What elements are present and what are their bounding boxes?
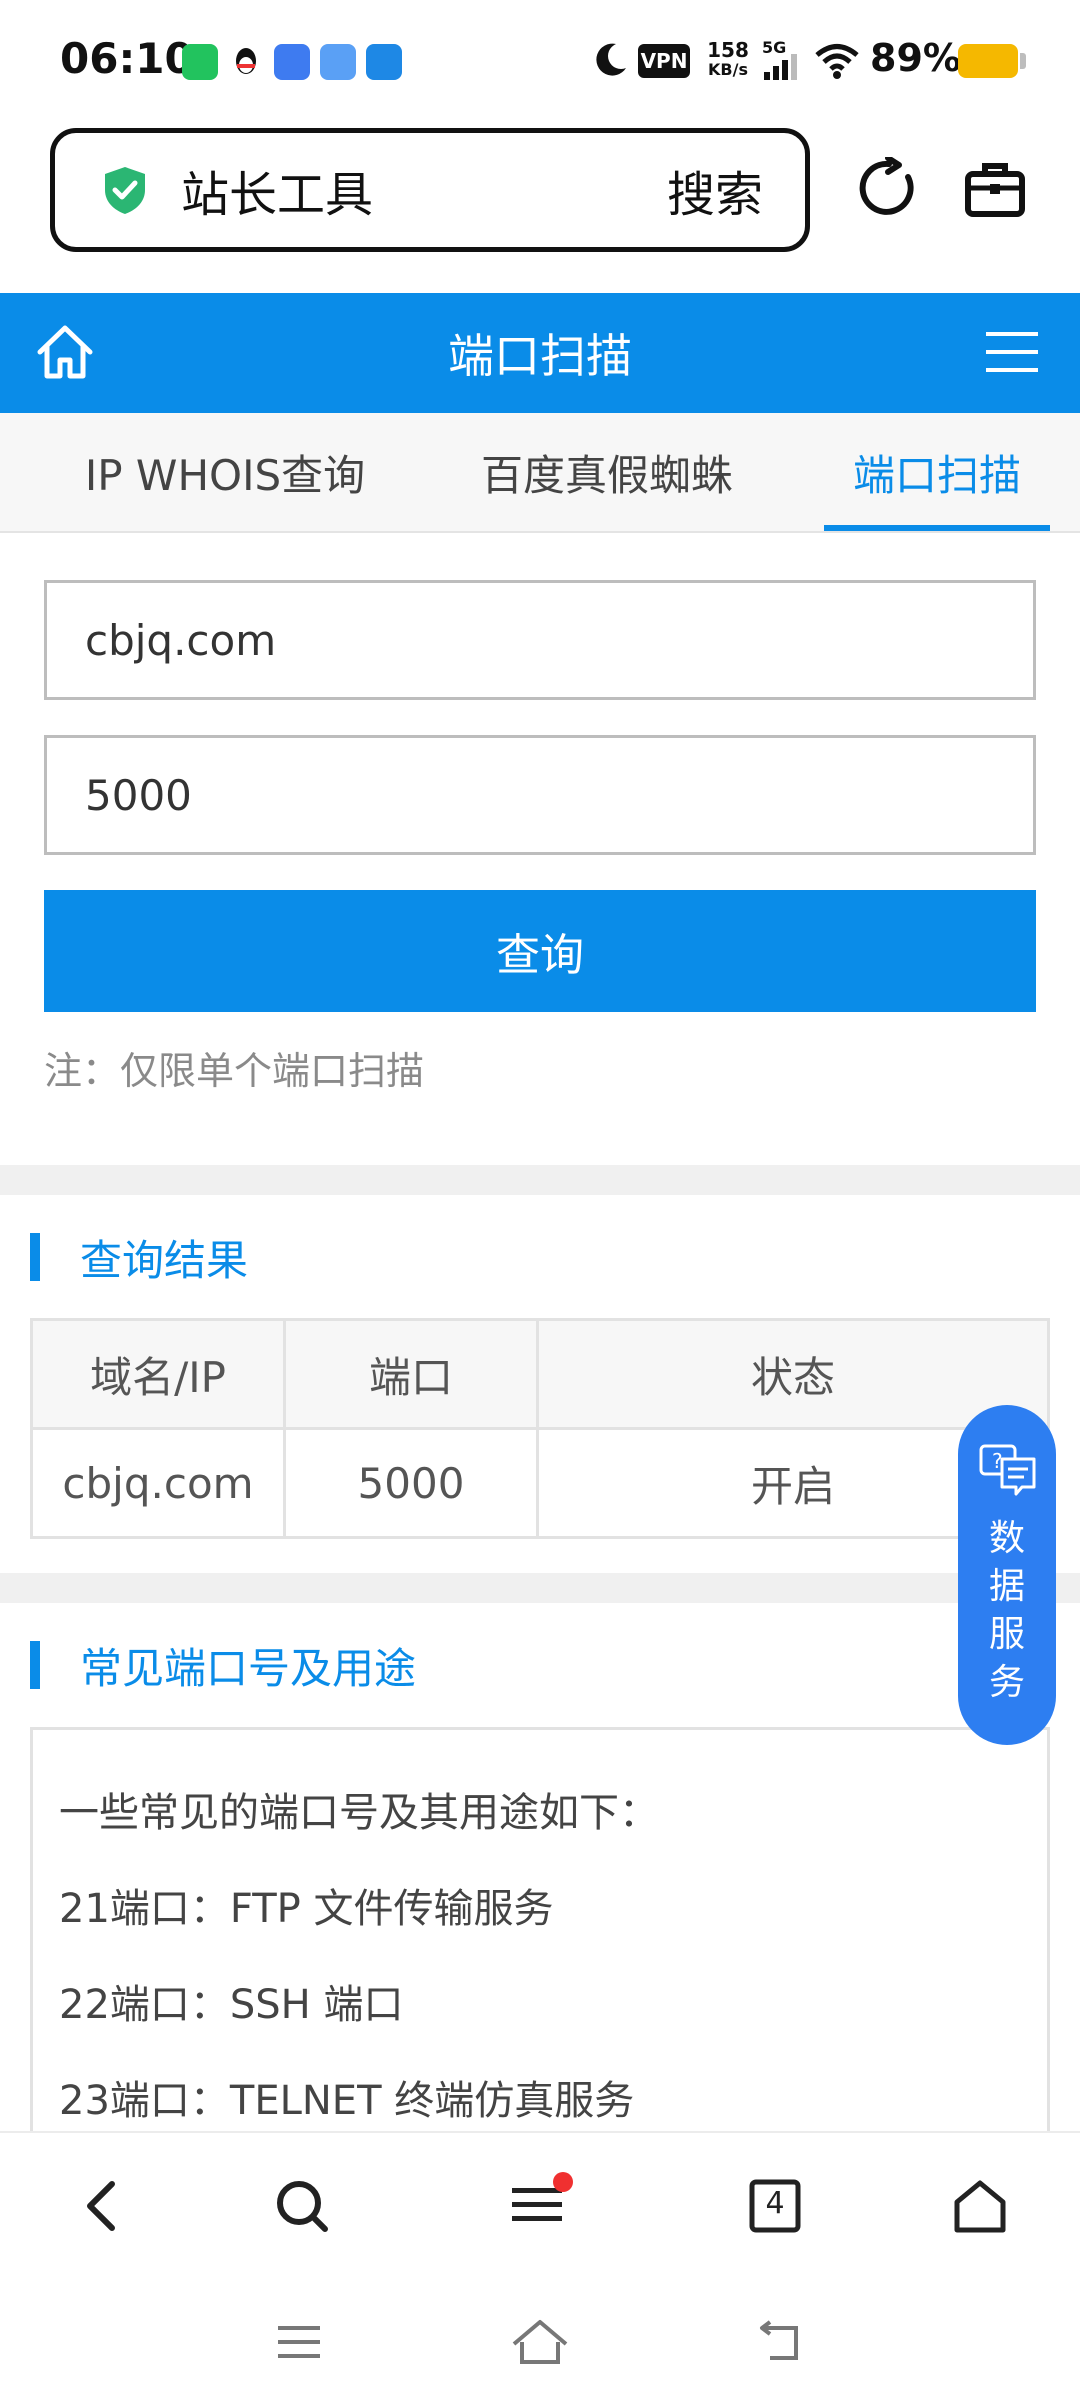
results-table: 域名/IP 端口 状态 cbjq.com 5000 开启 bbox=[30, 1318, 1050, 1539]
toolbox-icon[interactable] bbox=[964, 160, 1026, 218]
scan-note: 注：仅限单个端口扫描 bbox=[44, 1049, 425, 1093]
results-title: 查询结果 bbox=[80, 1235, 249, 1285]
wechat-icon bbox=[182, 44, 218, 80]
status-time: 06:10 bbox=[60, 34, 194, 83]
home-icon[interactable] bbox=[34, 322, 96, 382]
query-button[interactable]: 查询 bbox=[44, 890, 1036, 1012]
list-item: 一些常见的端口号及其用途如下： bbox=[59, 1790, 659, 1836]
tab-bar: IP WHOIS查询 百度真假蜘蛛 端口扫描 bbox=[0, 413, 1080, 533]
active-tab-indicator bbox=[824, 525, 1050, 531]
tab-label: 端口扫描 bbox=[852, 450, 1021, 500]
section-divider bbox=[0, 1165, 1080, 1195]
table-header-row: 域名/IP 端口 状态 bbox=[30, 1318, 1050, 1430]
tab-label: IP WHOIS查询 bbox=[84, 450, 366, 500]
signal-icon bbox=[762, 50, 798, 80]
recent-apps-icon[interactable] bbox=[276, 2322, 322, 2362]
page-title: 端口扫描 bbox=[448, 329, 632, 383]
common-ports-title: 常见端口号及用途 bbox=[80, 1643, 417, 1693]
site-header: 端口扫描 bbox=[0, 293, 1080, 413]
list-item: 23端口：TELNET 终端仿真服务 bbox=[59, 2078, 635, 2124]
host-input[interactable]: cbjq.com bbox=[44, 580, 1036, 700]
address-search-bar[interactable]: 站长工具 搜索 bbox=[50, 128, 810, 252]
home-nav-icon[interactable] bbox=[952, 2178, 1008, 2234]
results-header: 查询结果 bbox=[30, 1232, 248, 1285]
search-query-text: 站长工具 bbox=[181, 167, 374, 223]
files-app-icon bbox=[320, 44, 356, 80]
chat-question-icon: ? bbox=[979, 1444, 1036, 1496]
message-app-icon bbox=[366, 44, 402, 80]
data-service-button[interactable]: ? 数 据 服 务 bbox=[958, 1405, 1056, 1745]
vpn-badge: VPN bbox=[638, 44, 690, 78]
list-item: 21端口：FTP 文件传输服务 bbox=[59, 1886, 554, 1932]
table-cell-port: 5000 bbox=[283, 1427, 539, 1539]
host-input-value: cbjq.com bbox=[85, 615, 277, 665]
column-header: 状态 bbox=[536, 1318, 1050, 1430]
tab-label: 百度真假蜘蛛 bbox=[480, 450, 733, 500]
tab-ip-whois[interactable]: IP WHOIS查询 bbox=[70, 413, 380, 531]
browser-app-icon bbox=[274, 44, 310, 80]
battery-percent: 89% bbox=[870, 36, 961, 80]
feed-menu-icon[interactable] bbox=[508, 2170, 574, 2230]
back-icon[interactable] bbox=[80, 2178, 122, 2234]
system-home-icon[interactable] bbox=[510, 2318, 570, 2366]
menu-icon[interactable] bbox=[984, 328, 1040, 376]
tab-baidu-spider[interactable]: 百度真假蜘蛛 bbox=[462, 413, 752, 531]
table-cell-host: cbjq.com bbox=[30, 1427, 286, 1539]
list-item: 22端口：SSH 端口 bbox=[59, 1982, 404, 2028]
section-divider bbox=[0, 1573, 1080, 1603]
shield-check-icon bbox=[105, 167, 145, 214]
refresh-icon[interactable] bbox=[858, 155, 920, 219]
common-ports-list: 一些常见的端口号及其用途如下： 21端口：FTP 文件传输服务 22端口：SSH… bbox=[30, 1727, 1050, 2147]
battery-icon bbox=[958, 44, 1018, 78]
data-service-label: 数 据 服 务 bbox=[988, 1518, 1025, 1703]
qq-icon bbox=[228, 44, 264, 80]
search-button[interactable]: 搜索 bbox=[667, 155, 763, 225]
section-accent-bar bbox=[30, 1233, 40, 1281]
common-ports-header: 常见端口号及用途 bbox=[30, 1640, 416, 1693]
column-header: 域名/IP bbox=[30, 1318, 286, 1430]
tabs-count-icon[interactable]: 4 bbox=[748, 2178, 802, 2234]
column-header: 端口 bbox=[283, 1318, 539, 1430]
section-accent-bar bbox=[30, 1641, 40, 1689]
system-back-icon[interactable] bbox=[756, 2320, 806, 2364]
tabs-count: 4 bbox=[765, 2186, 785, 2221]
port-input-value: 5000 bbox=[85, 770, 192, 820]
tab-port-scan[interactable]: 端口扫描 bbox=[824, 413, 1050, 531]
moon-icon bbox=[590, 40, 630, 80]
wifi-icon bbox=[814, 42, 860, 80]
table-row: cbjq.com 5000 开启 bbox=[30, 1427, 1050, 1539]
battery-tip bbox=[1020, 53, 1026, 69]
search-icon[interactable] bbox=[274, 2178, 330, 2234]
network-speed: 158 KB/s bbox=[707, 38, 749, 79]
port-input[interactable]: 5000 bbox=[44, 735, 1036, 855]
